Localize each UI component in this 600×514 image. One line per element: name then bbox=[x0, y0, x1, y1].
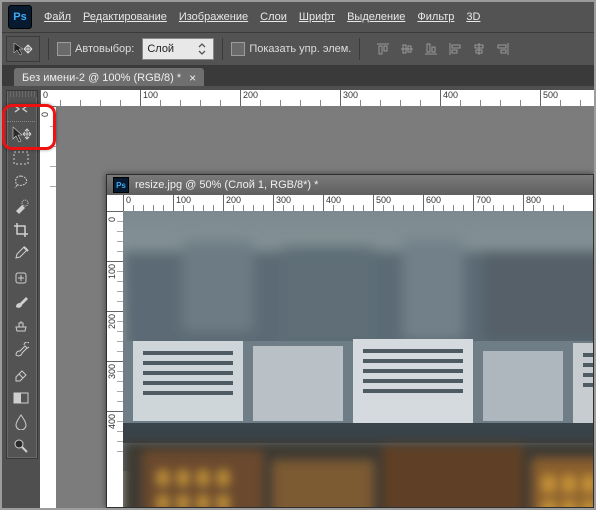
align-right-icon[interactable] bbox=[492, 38, 514, 60]
document-tab-bar: Без имени-2 @ 100% (RGB/8) * × bbox=[2, 66, 594, 88]
workspace: 0100200300400500 0 Ps resize.jpg @ 50% (… bbox=[2, 86, 594, 508]
tool-history-brush[interactable] bbox=[7, 338, 35, 362]
select-value: Слой bbox=[147, 43, 174, 55]
current-tool-icon[interactable] bbox=[6, 36, 40, 62]
ruler-horizontal[interactable]: 0100200300400500 bbox=[40, 90, 594, 107]
options-bar: Автовыбор: Слой Показать упр. элем. bbox=[2, 32, 594, 66]
align-vcenter-icon[interactable] bbox=[396, 38, 418, 60]
menu-file[interactable]: Файл bbox=[44, 11, 71, 23]
app-logo: Ps bbox=[8, 5, 32, 29]
ruler-corner bbox=[107, 195, 124, 212]
collapse-arrows-icon[interactable] bbox=[7, 97, 35, 122]
align-top-icon[interactable] bbox=[372, 38, 394, 60]
tool-gradient[interactable] bbox=[7, 386, 35, 410]
align-buttons bbox=[372, 38, 514, 60]
menu-image[interactable]: Изображение bbox=[179, 11, 248, 23]
ps-file-icon: Ps bbox=[113, 177, 129, 193]
close-icon[interactable]: × bbox=[189, 71, 196, 85]
tool-blur[interactable] bbox=[7, 410, 35, 434]
document-tab[interactable]: Без имени-2 @ 100% (RGB/8) * × bbox=[14, 68, 204, 88]
tool-move[interactable] bbox=[7, 122, 35, 146]
document-titlebar[interactable]: Ps resize.jpg @ 50% (Слой 1, RGB/8*) * bbox=[107, 175, 593, 196]
doc-ruler-horizontal[interactable]: 0100200300400500600700800 bbox=[123, 195, 593, 212]
tool-lasso[interactable] bbox=[7, 170, 35, 194]
menu-type[interactable]: Шрифт bbox=[299, 11, 335, 23]
menu-filter[interactable]: Фильтр bbox=[417, 11, 454, 23]
document-title: resize.jpg @ 50% (Слой 1, RGB/8*) * bbox=[135, 179, 318, 191]
tool-crop[interactable] bbox=[7, 218, 35, 242]
tool-eyedropper[interactable] bbox=[7, 242, 35, 266]
tool-brush[interactable] bbox=[7, 290, 35, 314]
show-transform-checkbox[interactable]: Показать упр. элем. bbox=[231, 42, 351, 56]
menu-3d[interactable]: 3D bbox=[466, 11, 480, 23]
document-canvas[interactable] bbox=[123, 211, 593, 507]
menu-edit[interactable]: Редактирование bbox=[83, 11, 167, 23]
ruler-vertical[interactable]: 0 bbox=[40, 106, 57, 508]
menu-select[interactable]: Выделение bbox=[347, 11, 405, 23]
document-tab-title: Без имени-2 @ 100% (RGB/8) * bbox=[22, 72, 181, 84]
align-left-icon[interactable] bbox=[444, 38, 466, 60]
align-hcenter-icon[interactable] bbox=[468, 38, 490, 60]
doc-ruler-vertical[interactable]: 0100200300400 bbox=[107, 211, 124, 507]
toolbox bbox=[6, 90, 38, 459]
tool-clone-stamp[interactable] bbox=[7, 314, 35, 338]
tool-dodge[interactable] bbox=[7, 434, 35, 458]
chevron-updown-icon bbox=[195, 42, 209, 56]
menu-bar: Ps Файл Редактирование Изображение Слои … bbox=[2, 2, 594, 32]
menu-layer[interactable]: Слои bbox=[260, 11, 287, 23]
tool-healing-brush[interactable] bbox=[7, 266, 35, 290]
tool-quick-select[interactable] bbox=[7, 194, 35, 218]
tool-marquee[interactable] bbox=[7, 146, 35, 170]
autoselect-target-select[interactable]: Слой bbox=[142, 38, 214, 60]
document-window[interactable]: Ps resize.jpg @ 50% (Слой 1, RGB/8*) * 0… bbox=[106, 174, 594, 508]
autoselect-checkbox[interactable]: Автовыбор: bbox=[57, 42, 134, 56]
tool-eraser[interactable] bbox=[7, 362, 35, 386]
align-bottom-icon[interactable] bbox=[420, 38, 442, 60]
